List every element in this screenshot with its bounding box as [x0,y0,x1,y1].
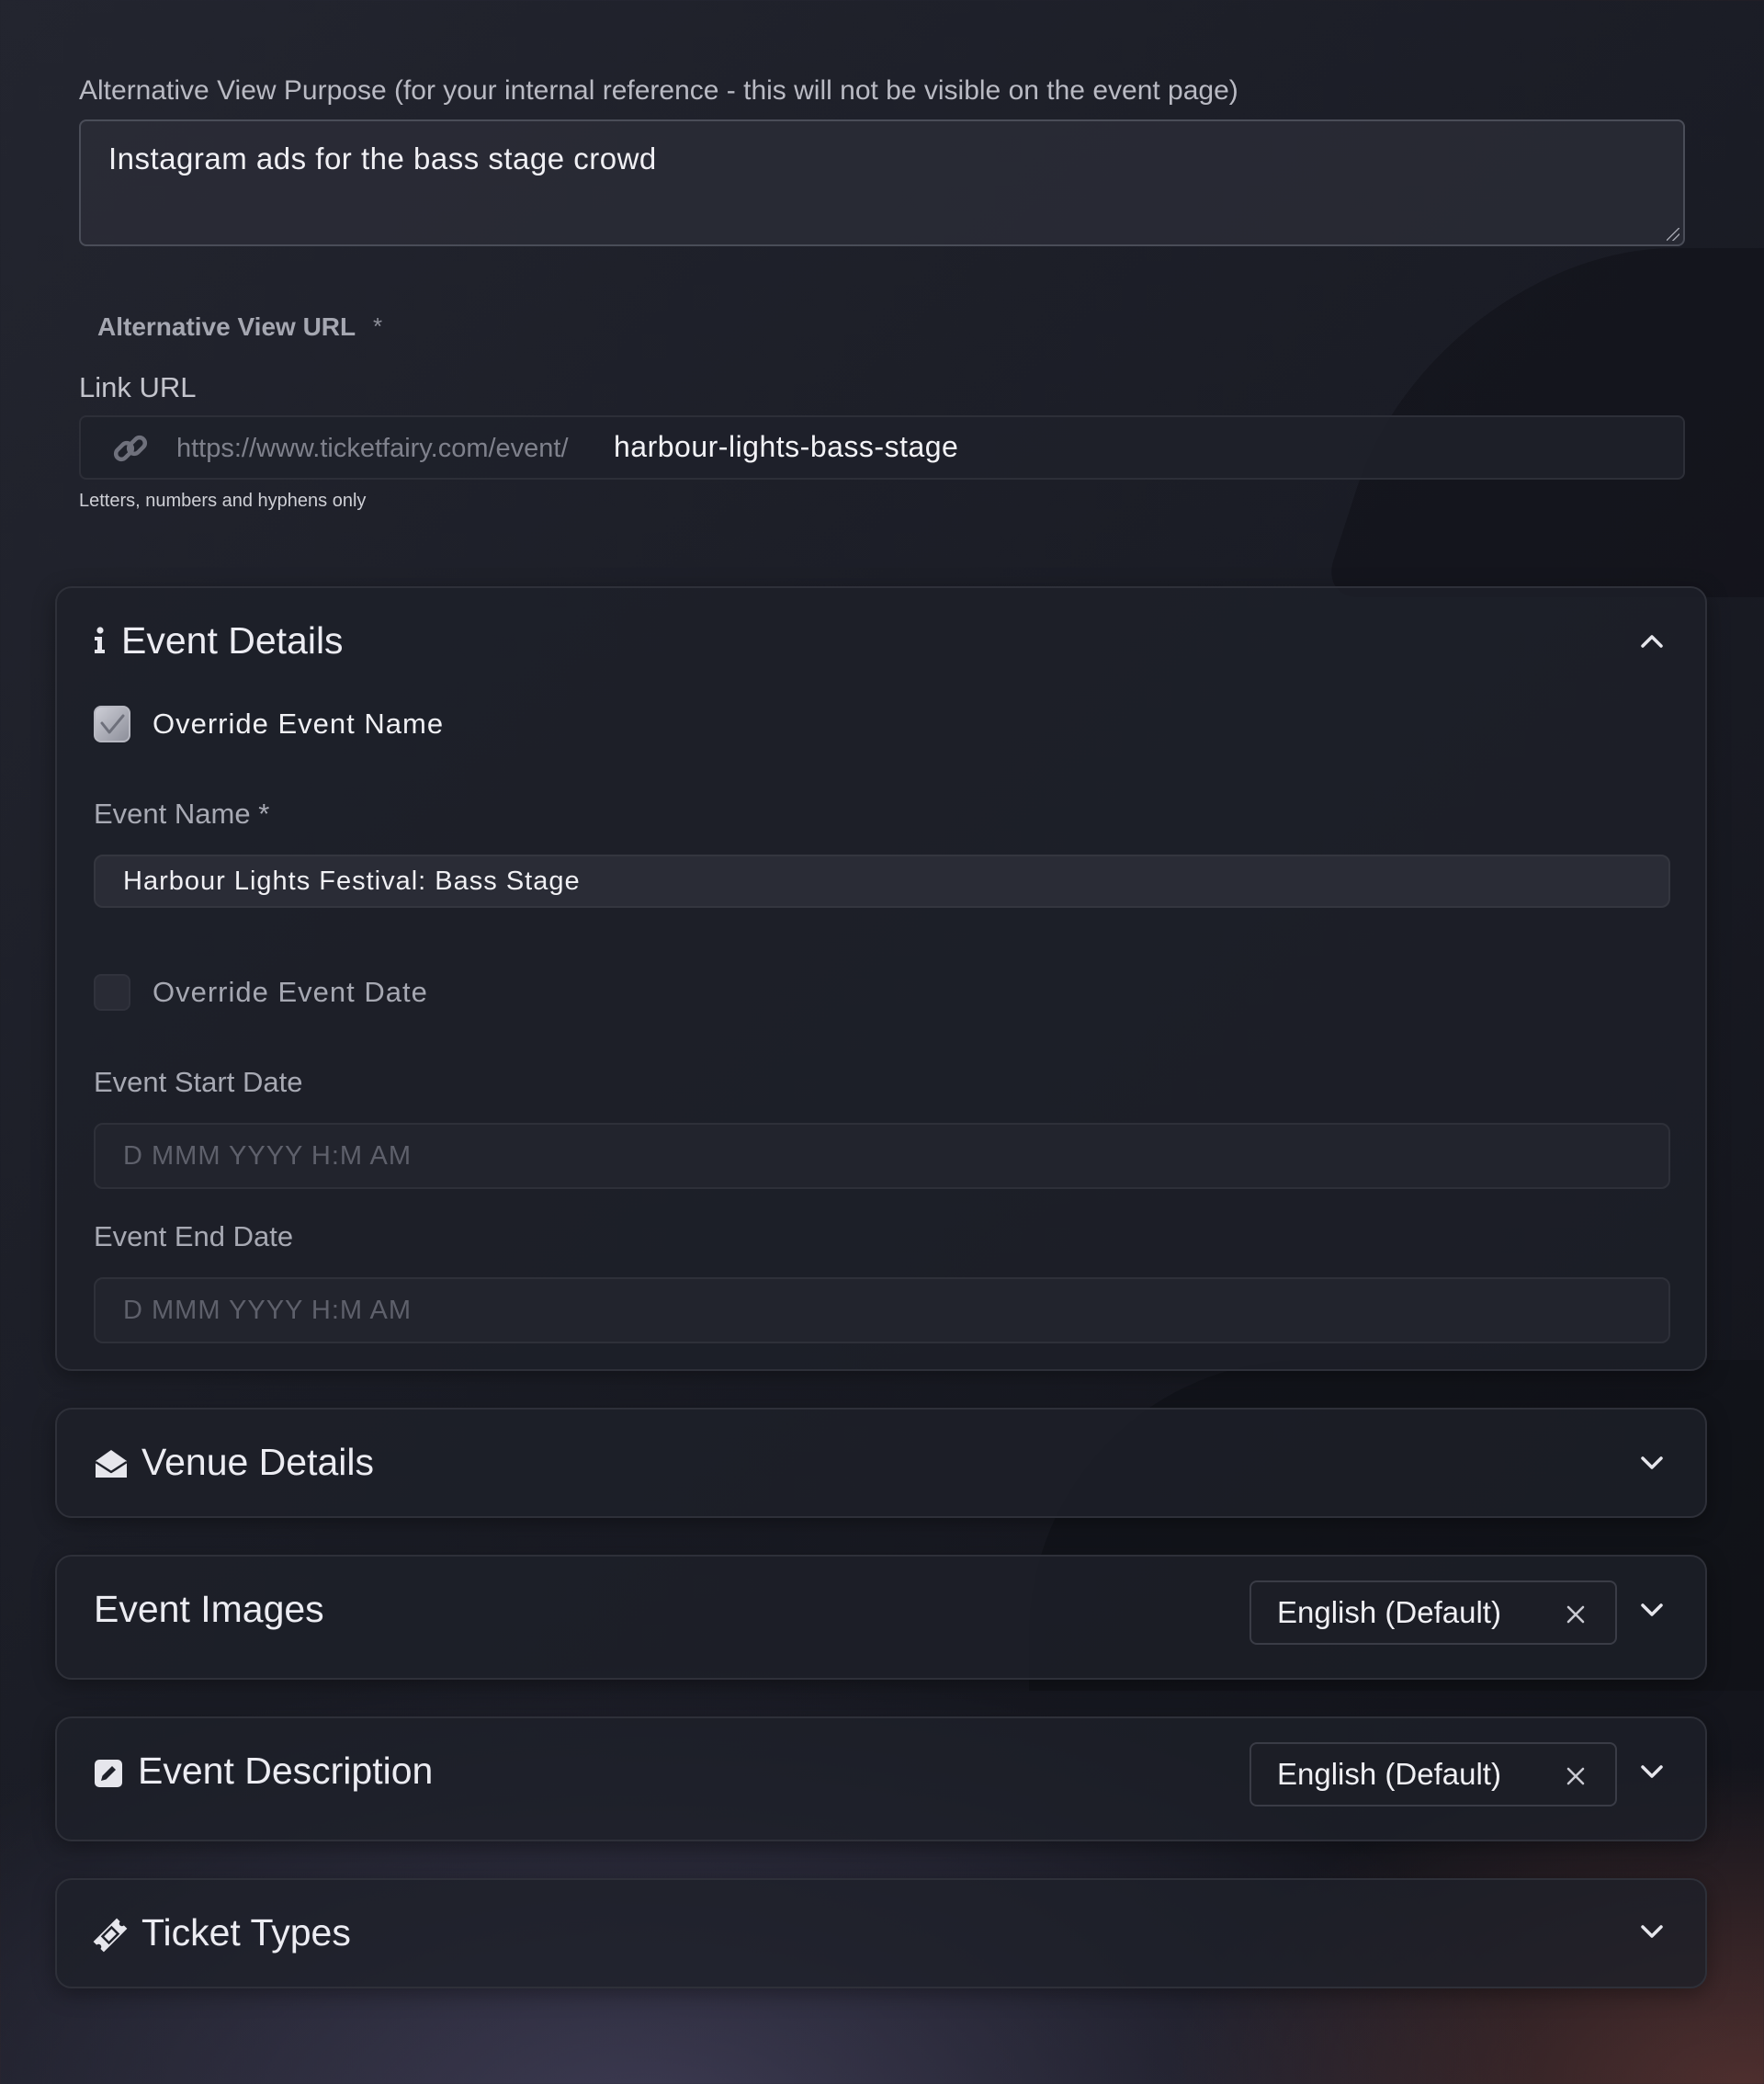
override-event-date-label: Override Event Date [153,976,428,1008]
close-icon[interactable] [1566,1604,1586,1625]
event-name-value: Harbour Lights Festival: Bass Stage [123,866,581,896]
link-url-label: Link URL [79,371,197,403]
ticket-types-card[interactable]: Ticket Types [55,1878,1707,1988]
override-event-name-checkbox[interactable] [94,706,130,742]
event-description-card[interactable]: Event Description English (Default) [55,1716,1707,1841]
alt-view-purpose-value: Instagram ads for the bass stage crowd [108,142,657,176]
event-start-date-placeholder: D MMM YYYY H:M AM [123,1140,413,1171]
override-event-date-checkbox[interactable] [94,974,130,1011]
event-images-card[interactable]: Event Images English (Default) [55,1555,1707,1680]
url-prefix: https://www.ticketfairy.com/event/ [176,434,569,463]
event-details-card: Event Details Override Event Name Event … [55,586,1707,1371]
event-start-date-label: Event Start Date [94,1066,303,1098]
chevron-down-icon[interactable] [1639,1597,1665,1623]
chevron-down-icon[interactable] [1639,1919,1665,1944]
event-description-title: Event Description [138,1750,434,1792]
override-event-name-label: Override Event Name [153,708,445,740]
chevron-up-icon[interactable] [1639,629,1665,654]
event-end-date-placeholder: D MMM YYYY H:M AM [123,1295,413,1325]
resize-handle[interactable] [1667,228,1679,241]
event-name-label: Event Name * [94,798,270,830]
event-name-input[interactable]: Harbour Lights Festival: Bass Stage [94,855,1670,908]
event-details-title: Event Details [121,619,344,662]
edit-icon [95,1760,122,1787]
chevron-down-icon[interactable] [1639,1450,1665,1476]
check-icon [100,714,125,734]
chevron-down-icon[interactable] [1639,1759,1665,1784]
link-icon [113,435,148,462]
ticket-icon [93,1918,128,1953]
event-end-date-input[interactable]: D MMM YYYY H:M AM [94,1277,1670,1343]
url-slug-input[interactable]: harbour-lights-bass-stage [614,430,958,464]
venue-details-card[interactable]: Venue Details [55,1408,1707,1518]
venue-icon [95,1450,128,1478]
info-icon [95,627,105,653]
alt-view-purpose-label: Alternative View Purpose (for your inter… [79,75,1238,106]
event-end-date-label: Event End Date [94,1220,294,1252]
required-asterisk: * [373,312,383,340]
ticket-types-title: Ticket Types [141,1911,351,1954]
alt-view-url-title: Alternative View URL [97,312,356,341]
venue-details-title: Venue Details [141,1441,375,1483]
event-images-title: Event Images [94,1588,324,1630]
link-url-field[interactable]: https://www.ticketfairy.com/event/ harbo… [79,415,1685,480]
url-help-text: Letters, numbers and hyphens only [79,491,367,511]
event-start-date-input[interactable]: D MMM YYYY H:M AM [94,1123,1670,1189]
event-images-language-select[interactable]: English (Default) [1250,1580,1617,1645]
event-description-language-select[interactable]: English (Default) [1250,1742,1617,1807]
language-value: English (Default) [1277,1757,1501,1791]
close-icon[interactable] [1566,1766,1586,1786]
language-value: English (Default) [1277,1595,1501,1629]
alt-view-purpose-textarea[interactable]: Instagram ads for the bass stage crowd [79,119,1685,246]
